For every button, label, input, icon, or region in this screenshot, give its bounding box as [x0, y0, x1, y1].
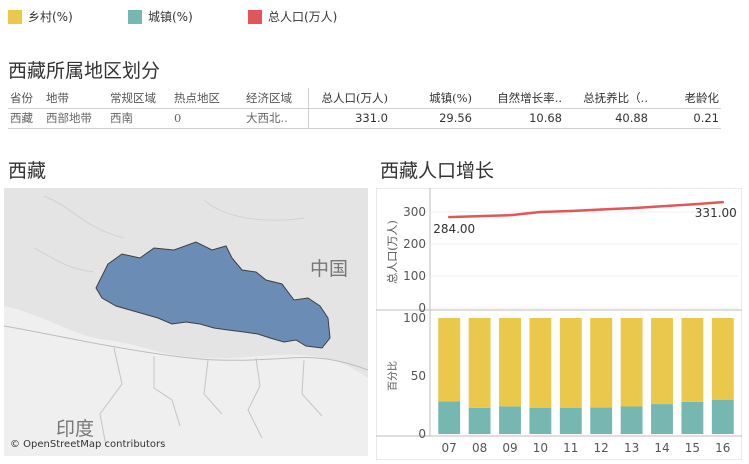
- summary-header-row: 省份 地带 常规区域 热点地区 经济区域 总人口(万人) 城镇(%) 自然增长率…: [8, 88, 721, 109]
- line-data-label-first: 284.00: [433, 222, 475, 236]
- map-title: 西藏: [8, 160, 47, 182]
- legend-item-urban[interactable]: 城镇(%): [128, 8, 193, 25]
- cell-dependency-ratio: 40.88: [564, 108, 650, 129]
- bar-y-axis-label: 百分比: [387, 361, 399, 391]
- legend-swatch-population: [248, 9, 262, 24]
- line-y-tick-label: 200: [403, 237, 426, 251]
- rural-bar: [651, 318, 673, 405]
- population-line-segment: [539, 209, 573, 214]
- cell-urban: 29.56: [390, 108, 474, 129]
- legend-label-rural: 乡村(%): [28, 10, 73, 24]
- header-dependency-ratio[interactable]: 总抚养比（..: [564, 88, 650, 109]
- header-zone[interactable]: 地带: [44, 88, 108, 109]
- urban-bar: [620, 406, 643, 434]
- x-tick-label: 15: [685, 441, 700, 455]
- population-line-segment: [599, 206, 633, 211]
- population-line-segment: [630, 204, 664, 210]
- cell-economic-region: 大西北..: [244, 108, 308, 129]
- tibet-map[interactable]: 中国 印度 © OpenStreetMap contributors: [4, 188, 368, 456]
- summary-title: 西藏所属地区划分: [8, 60, 161, 82]
- urban-bar: [499, 406, 521, 434]
- color-legend: 乡村(%) 城镇(%) 总人口(万人): [8, 8, 748, 28]
- x-tick-label: 08: [472, 441, 487, 455]
- header-urban[interactable]: 城镇(%): [390, 88, 474, 109]
- x-tick-label: 11: [563, 441, 578, 455]
- map-label-china: 中国: [310, 258, 349, 280]
- growth-charts: 0 100 200 300 总人口(万人) 284.00 331.00 0 50 100 百分比 07…: [375, 187, 743, 461]
- rural-bar: [559, 318, 582, 408]
- header-province[interactable]: 省份: [8, 88, 44, 109]
- urban-bar: [438, 401, 461, 434]
- growth-title: 西藏人口增长: [380, 160, 495, 182]
- rural-bar: [529, 318, 552, 408]
- header-growth-rate[interactable]: 自然增长率..: [474, 88, 564, 109]
- x-tick-label: 13: [624, 441, 639, 455]
- population-line-segment: [478, 213, 512, 218]
- header-total-population[interactable]: 总人口(万人): [307, 88, 390, 109]
- cell-province: 西藏: [8, 108, 44, 129]
- x-tick-label: 14: [654, 441, 669, 455]
- header-economic-region[interactable]: 经济区域: [244, 88, 308, 109]
- urban-bar: [529, 407, 552, 434]
- cell-growth-rate: 10.68: [474, 108, 564, 129]
- population-line-segment: [569, 208, 603, 213]
- legend-item-rural[interactable]: 乡村(%): [8, 8, 73, 25]
- legend-swatch-urban: [128, 9, 142, 24]
- header-hotspot[interactable]: 热点地区: [172, 88, 244, 109]
- legend-item-population[interactable]: 总人口(万人): [248, 8, 337, 25]
- line-y-tick-label: 300: [403, 205, 426, 219]
- cell-hotspot: 0: [172, 108, 244, 129]
- summary-table: 省份 地带 常规区域 热点地区 经济区域 总人口(万人) 城镇(%) 自然增长率…: [8, 88, 721, 129]
- x-tick-label: 12: [594, 441, 609, 455]
- bar-y-tick-label: 100: [403, 311, 426, 325]
- urban-bar: [559, 407, 582, 434]
- x-tick-label: 09: [502, 441, 517, 455]
- legend-label-population: 总人口(万人): [268, 10, 338, 24]
- x-tick-label: 16: [715, 441, 730, 455]
- rural-bar: [681, 318, 704, 402]
- rural-bar: [590, 318, 613, 408]
- rural-bar: [620, 318, 643, 407]
- population-line-segment: [691, 200, 725, 206]
- bar-y-tick-label: 0: [418, 427, 426, 441]
- line-y-tick-label: 100: [403, 269, 426, 283]
- rural-bar: [499, 318, 521, 407]
- x-tick-label: 10: [533, 441, 548, 455]
- header-region[interactable]: 常规区域: [108, 88, 172, 109]
- population-line-segment: [447, 214, 481, 219]
- urban-bar: [711, 399, 734, 434]
- population-line-segment: [660, 203, 694, 208]
- x-tick-label: 07: [442, 441, 457, 455]
- growth-chart-svg: 0100200300总人口(万人) 284.00331.00050100百分比07…: [375, 187, 743, 461]
- cell-total-population: 331.0: [307, 108, 390, 129]
- header-aging[interactable]: 老龄化: [650, 88, 721, 109]
- cell-region: 西南: [108, 108, 172, 129]
- rural-bar: [711, 318, 734, 400]
- legend-swatch-rural: [8, 9, 22, 24]
- rural-bar: [438, 318, 461, 402]
- cell-zone: 西部地带: [44, 108, 108, 129]
- urban-bar: [590, 407, 613, 434]
- urban-bar: [651, 404, 673, 434]
- legend-label-urban: 城镇(%): [148, 10, 193, 24]
- line-y-axis-label: 总人口(万人): [385, 220, 399, 284]
- urban-bar: [681, 401, 704, 434]
- cell-aging: 0.21: [650, 108, 721, 129]
- table-row[interactable]: 西藏 西部地带 西南 0 大西北.. 331.0 29.56 10.68 40.…: [8, 108, 721, 129]
- map-attribution[interactable]: © OpenStreetMap contributors: [10, 439, 165, 450]
- line-data-label-last: 331.00: [695, 206, 737, 220]
- rural-bar: [468, 318, 491, 408]
- map-label-india: 印度: [56, 418, 95, 440]
- bar-y-tick-label: 50: [411, 369, 426, 383]
- urban-bar: [468, 407, 491, 434]
